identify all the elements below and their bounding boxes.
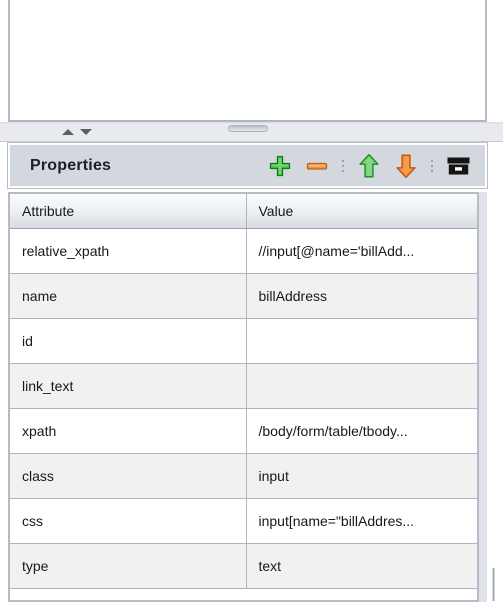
window-right-edge [487,0,503,122]
cell-attribute[interactable]: name [10,273,247,319]
right-chrome-gap [479,192,487,602]
plus-icon [269,155,291,176]
cell-attribute[interactable]: type [10,543,247,589]
cell-value[interactable]: /body/form/table/tbody... [246,408,477,454]
properties-toolbar: Properties [7,142,488,189]
column-header-attribute[interactable]: Attribute [10,194,247,229]
table-header-row: Attribute Value [10,194,477,229]
add-button[interactable] [267,153,293,179]
remove-button[interactable] [304,153,330,179]
table-row[interactable]: link_text [10,363,477,409]
table-row[interactable]: css input[name="billAddres... [10,498,477,544]
table-row[interactable]: relative_xpath //input[@name='billAdd... [10,228,477,274]
table-row[interactable]: id [10,318,477,364]
splitter-collapse-controls[interactable] [62,125,100,139]
cell-value[interactable]: billAddress [246,273,477,319]
cell-attribute[interactable]: link_text [10,363,247,409]
move-down-button[interactable] [393,153,419,179]
cell-attribute[interactable]: xpath [10,408,247,454]
arrow-down-icon [396,154,416,178]
properties-panel-window: Properties Attribute Value relative_xpat… [0,0,503,605]
cell-value[interactable]: input [246,453,477,499]
panel-splitter[interactable] [0,122,503,142]
table-row[interactable]: name billAddress [10,273,477,319]
cell-value[interactable] [246,363,477,409]
drag-handle-icon[interactable] [228,125,268,132]
cell-value[interactable]: //input[@name='billAdd... [246,228,477,274]
table-row[interactable]: xpath /body/form/table/tbody... [10,408,477,454]
window-edge-stub [492,568,495,601]
cell-attribute[interactable]: css [10,498,247,544]
archive-box-icon [447,157,469,174]
table-row[interactable]: class input [10,453,477,499]
window-left-edge [0,0,8,122]
cell-value[interactable]: text [246,543,477,589]
attributes-table-container[interactable]: Attribute Value relative_xpath //input[@… [8,192,479,602]
page-title: Properties [30,156,112,174]
dotted-separator [430,155,434,177]
cell-attribute[interactable]: id [10,318,247,364]
attributes-table: Attribute Value relative_xpath //input[@… [10,194,477,589]
arrow-up-icon [359,153,379,177]
top-editor-panel[interactable] [8,0,487,122]
triangle-down-icon[interactable] [80,129,92,135]
cell-attribute[interactable]: class [10,453,247,499]
minus-icon [306,162,328,170]
top-editor-canvas[interactable] [10,0,485,120]
column-header-value[interactable]: Value [246,194,477,229]
move-up-button[interactable] [356,153,382,179]
toolbar-button-group [267,153,471,179]
table-row[interactable]: type text [10,543,477,589]
dotted-separator [341,155,345,177]
cell-attribute[interactable]: relative_xpath [10,228,247,274]
triangle-up-icon[interactable] [62,129,74,135]
archive-button[interactable] [445,153,471,179]
cell-value[interactable] [246,318,477,364]
cell-value[interactable]: input[name="billAddres... [246,498,477,544]
